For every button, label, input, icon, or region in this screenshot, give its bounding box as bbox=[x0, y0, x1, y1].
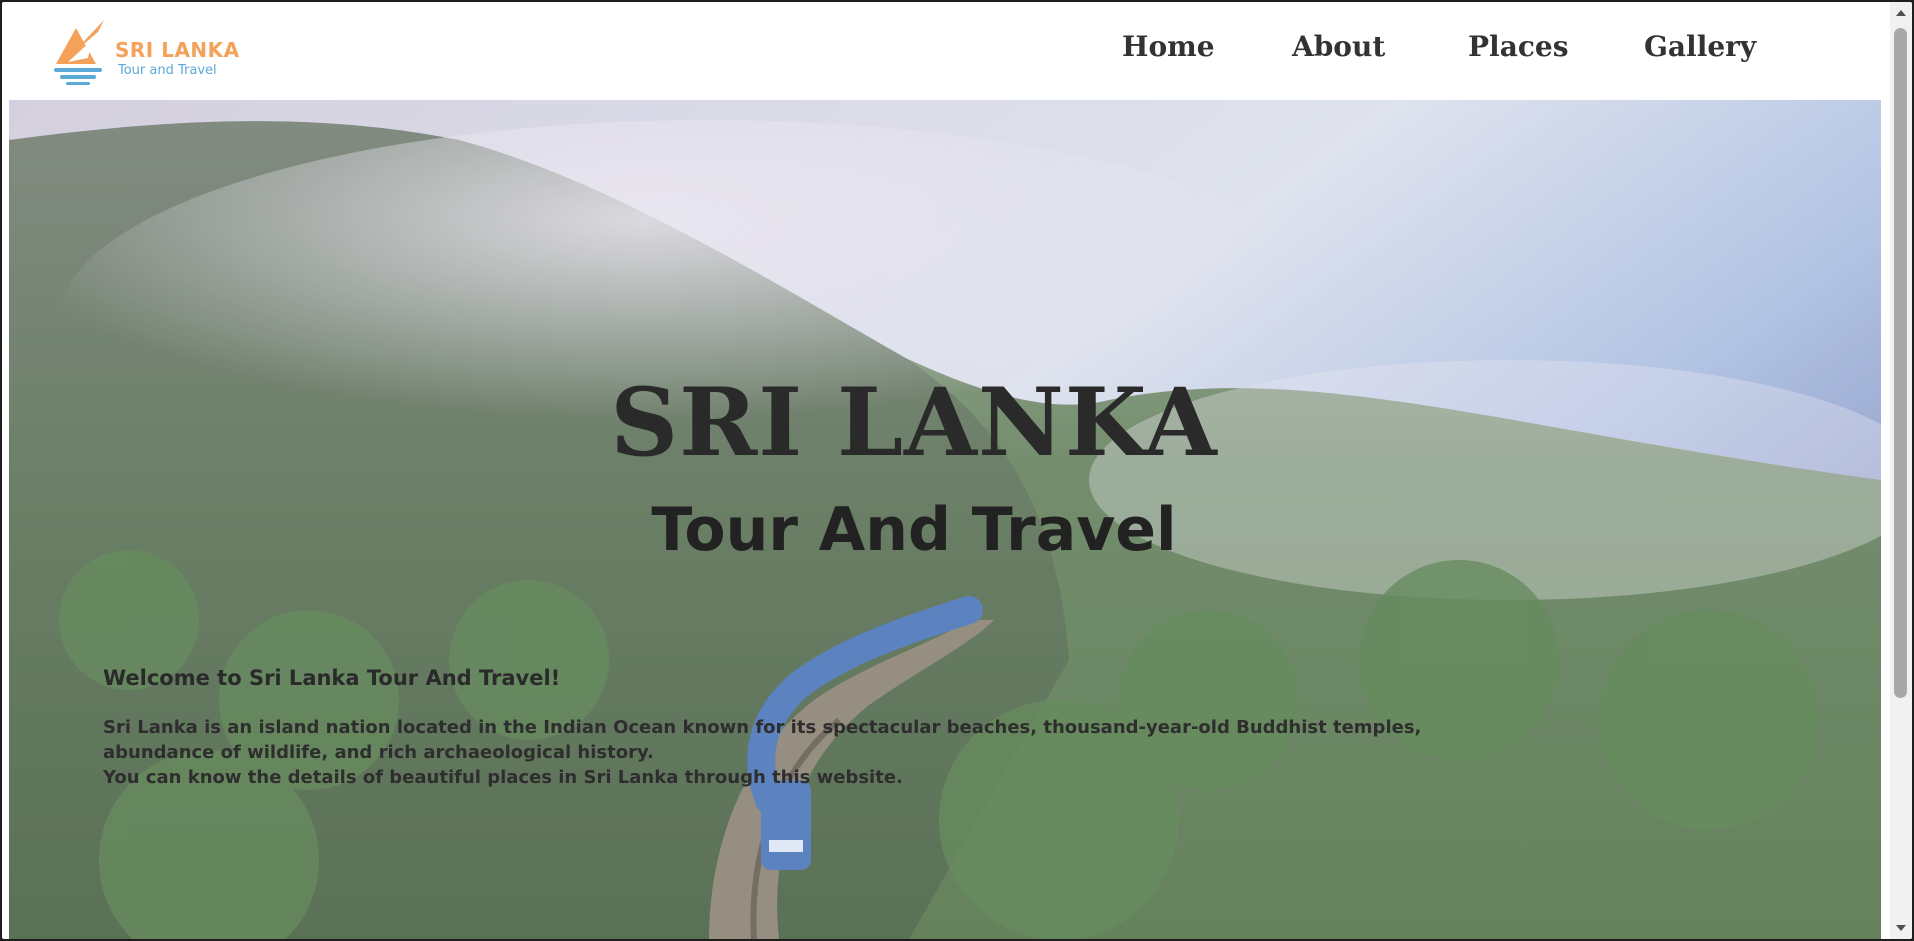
intro-line-3: You can know the details of beautiful pl… bbox=[103, 767, 903, 788]
vertical-scrollbar[interactable] bbox=[1890, 2, 1912, 939]
nav-gallery-link[interactable]: Gallery bbox=[1644, 30, 1756, 63]
nav-places-link[interactable]: Places bbox=[1468, 30, 1568, 63]
site-header: SRI LANKA Tour and Travel Home About Pla… bbox=[2, 2, 1890, 100]
browser-window: SRI LANKA Tour and Travel Home About Pla… bbox=[2, 2, 1912, 939]
hero-title: SRI LANKA bbox=[610, 368, 1218, 478]
scrollbar-thumb[interactable] bbox=[1894, 28, 1907, 698]
hero-subtitle: Tour And Travel bbox=[651, 495, 1177, 565]
nav-about-link[interactable]: About bbox=[1292, 30, 1385, 63]
scroll-down-arrow-icon[interactable] bbox=[1896, 925, 1906, 931]
brand-logo[interactable]: SRI LANKA Tour and Travel bbox=[52, 18, 242, 92]
welcome-heading: Welcome to Sri Lanka Tour And Travel! bbox=[103, 666, 561, 690]
hero-section: SRI LANKA Tour And Travel Welcome to Sri… bbox=[9, 100, 1881, 939]
plane-sea-icon bbox=[54, 20, 104, 85]
nav-home-link[interactable]: Home bbox=[1122, 30, 1215, 63]
intro-line-1: Sri Lanka is an island nation located in… bbox=[103, 717, 1422, 738]
brand-tagline: Tour and Travel bbox=[118, 63, 217, 78]
brand-name: SRI LANKA bbox=[115, 38, 240, 62]
intro-line-2: abundance of wildlife, and rich archaeol… bbox=[103, 742, 654, 763]
scroll-up-arrow-icon[interactable] bbox=[1896, 10, 1906, 16]
intro-paragraph: Sri Lanka is an island nation located in… bbox=[103, 715, 1553, 790]
